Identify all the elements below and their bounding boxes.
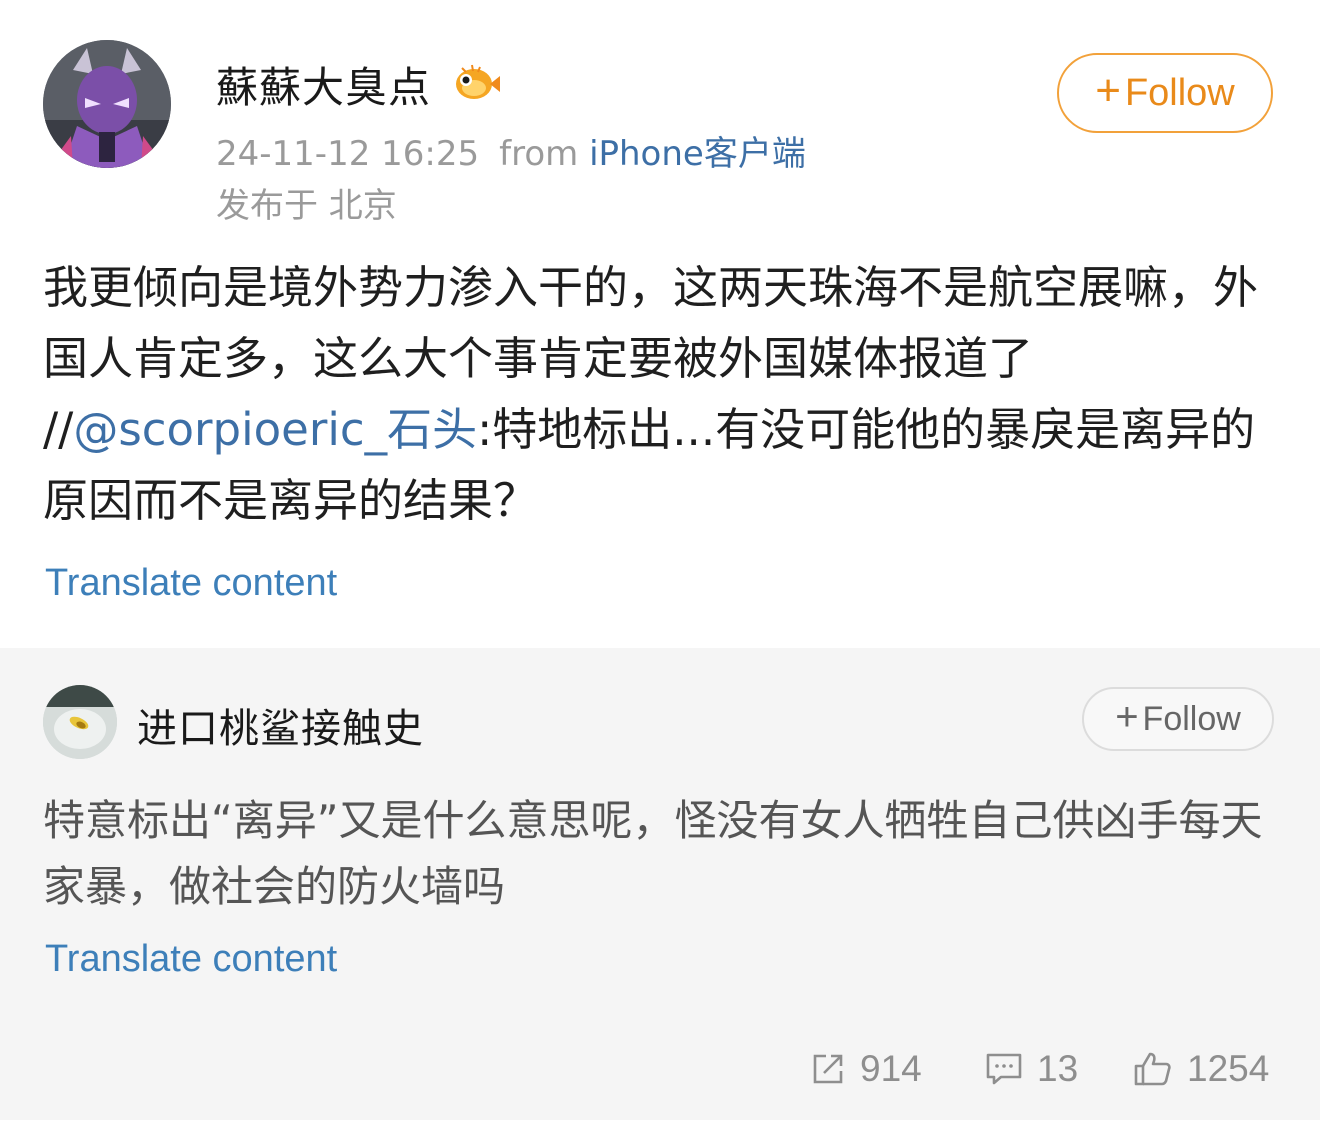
main-post: 蘇蘇大臭点 24-11-12 16:25 from iPhone客户端 发布于 北… bbox=[0, 0, 1320, 648]
post-source-link[interactable]: iPhone客户端 bbox=[589, 134, 806, 174]
comment-action[interactable]: 13 bbox=[985, 1044, 1078, 1094]
post-timestamp: 24-11-12 16:25 bbox=[216, 134, 480, 174]
follow-button-label: Follow bbox=[1124, 71, 1235, 114]
repost-follow-button-label: Follow bbox=[1142, 699, 1241, 738]
repost-card[interactable]: 进口桃鲨接触史 + Follow 特意标出“离异”又是什么意思呢，怪没有女人牺牲… bbox=[0, 648, 1320, 1120]
author-avatar[interactable] bbox=[43, 40, 171, 168]
author-name[interactable]: 蘇蘇大臭点 bbox=[216, 54, 431, 115]
thumbs-up-icon bbox=[1134, 1052, 1171, 1086]
like-action[interactable]: 1254 bbox=[1133, 1044, 1269, 1094]
post-body: 我更倾向是境外势力渗入干的，这两天珠海不是航空展嘛，外国人肯定多，这么大个事肯定… bbox=[43, 252, 1277, 536]
post-meta: 24-11-12 16:25 from iPhone客户端 bbox=[216, 126, 806, 175]
post-location: 发布于 北京 bbox=[216, 186, 397, 226]
repost-follow-button[interactable]: + Follow bbox=[1082, 687, 1274, 751]
repost-author-avatar[interactable] bbox=[43, 685, 117, 759]
plus-icon: + bbox=[1115, 695, 1139, 739]
repost-author-name[interactable]: 进口桃鲨接触史 bbox=[137, 696, 424, 754]
pufferfish-badge-icon bbox=[452, 60, 502, 104]
translate-content-link[interactable]: Translate content bbox=[45, 562, 337, 605]
mention-link[interactable]: @scorpioeric_石头 bbox=[73, 403, 477, 456]
follow-button[interactable]: + Follow bbox=[1057, 53, 1273, 133]
comment-icon bbox=[986, 1053, 1022, 1085]
share-icon bbox=[813, 1054, 843, 1084]
repost-translate-content-link[interactable]: Translate content bbox=[45, 938, 337, 981]
repost-body: 特意标出“离异”又是什么意思呢，怪没有女人牺牲自己供凶手每天家暴，做社会的防火墙… bbox=[43, 796, 1263, 911]
like-count: 1254 bbox=[1187, 1048, 1270, 1089]
share-count: 914 bbox=[860, 1048, 922, 1089]
share-action[interactable]: 914 bbox=[810, 1044, 922, 1094]
plus-icon: + bbox=[1095, 66, 1121, 115]
weibo-post-page: 蘇蘇大臭点 24-11-12 16:25 from iPhone客户端 发布于 北… bbox=[0, 0, 1320, 1135]
from-label: from bbox=[499, 134, 579, 174]
bottom-spacer bbox=[0, 1120, 1320, 1135]
comment-count: 13 bbox=[1037, 1048, 1079, 1089]
